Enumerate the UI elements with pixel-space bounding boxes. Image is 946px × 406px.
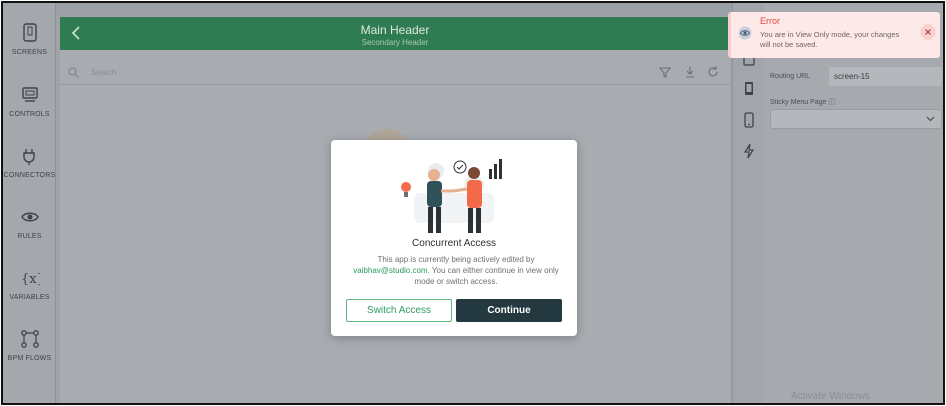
left-sidebar: SCREENS CONTROLS CONNECTORS RULES {x} VA… [3, 3, 56, 403]
search-icon [68, 67, 79, 78]
sidebar-item-label: CONTROLS [9, 111, 50, 118]
toast-close-button[interactable] [920, 24, 936, 40]
lightning-icon[interactable] [742, 143, 756, 159]
sidebar-item-connectors[interactable]: CONNECTORS [3, 146, 56, 179]
search-bar: Search [60, 60, 730, 85]
sidebar-item-rules[interactable]: RULES [3, 207, 56, 240]
header-subtitle: Secondary Header [361, 38, 429, 47]
concurrent-access-dialog: Concurrent Access This app is currently … [331, 140, 577, 336]
sidebar-item-label: SCREENS [11, 49, 48, 56]
sidebar-item-screens[interactable]: SCREENS [3, 23, 56, 56]
sidebar-item-label: VARIABLES [9, 294, 50, 301]
sidebar-item-variables[interactable]: {x} VARIABLES [3, 268, 56, 301]
rules-icon [20, 212, 39, 222]
eye-icon [738, 26, 752, 40]
handshake-illustration [401, 159, 502, 233]
connectors-icon [22, 149, 35, 165]
sticky-menu-select[interactable] [770, 109, 942, 129]
dialog-message-text-after: . You can either continue in view only m… [414, 266, 559, 286]
svg-text:{x}: {x} [21, 272, 40, 287]
editor-email-link[interactable]: vaibhav@studio.com [353, 266, 427, 275]
sidebar-item-label: RULES [17, 233, 42, 240]
filter-icon[interactable] [655, 63, 675, 82]
refresh-icon[interactable] [703, 63, 723, 82]
toast-message: You are in View Only mode, your changes … [760, 30, 900, 49]
sidebar-item-label: CONNECTORS [3, 172, 56, 179]
download-icon[interactable] [680, 63, 700, 82]
search-input[interactable]: Search [91, 68, 116, 77]
screen-header: Main Header Secondary Header [60, 17, 730, 50]
routing-url-field[interactable]: screen-15 [829, 67, 942, 86]
activate-windows-watermark: Activate Windows [791, 391, 870, 402]
sidebar-item-label: BPM FLOWS [7, 355, 52, 362]
properties-icon-strip [732, 3, 764, 403]
header-title: Main Header [360, 23, 430, 37]
chevron-down-icon [926, 116, 935, 122]
dialog-message: This app is currently being actively edi… [349, 254, 563, 287]
routing-url-label: Routing URL [770, 73, 811, 80]
continue-button[interactable]: Continue [456, 299, 562, 322]
screens-icon [22, 23, 37, 42]
device-icon[interactable] [742, 81, 756, 97]
dialog-title: Concurrent Access [412, 238, 496, 249]
error-toast: Error You are in View Only mode, your ch… [728, 12, 940, 58]
dialog-message-text: This app is currently being actively edi… [377, 255, 535, 264]
switch-access-button[interactable]: Switch Access [346, 299, 452, 322]
variables-icon: {x} [21, 272, 40, 287]
controls-icon [21, 87, 38, 102]
sidebar-item-controls[interactable]: CONTROLS [3, 85, 56, 118]
close-icon [925, 29, 931, 35]
sticky-menu-label: Sticky Menu Page ⓘ [770, 99, 836, 106]
toast-title: Error [760, 16, 780, 26]
mobile-icon[interactable] [742, 112, 756, 128]
bpm-flows-icon [20, 330, 39, 348]
properties-panel: Routing URL screen-15 Sticky Menu Page ⓘ [764, 3, 943, 403]
sidebar-item-bpm-flows[interactable]: BPM FLOWS [3, 329, 56, 362]
